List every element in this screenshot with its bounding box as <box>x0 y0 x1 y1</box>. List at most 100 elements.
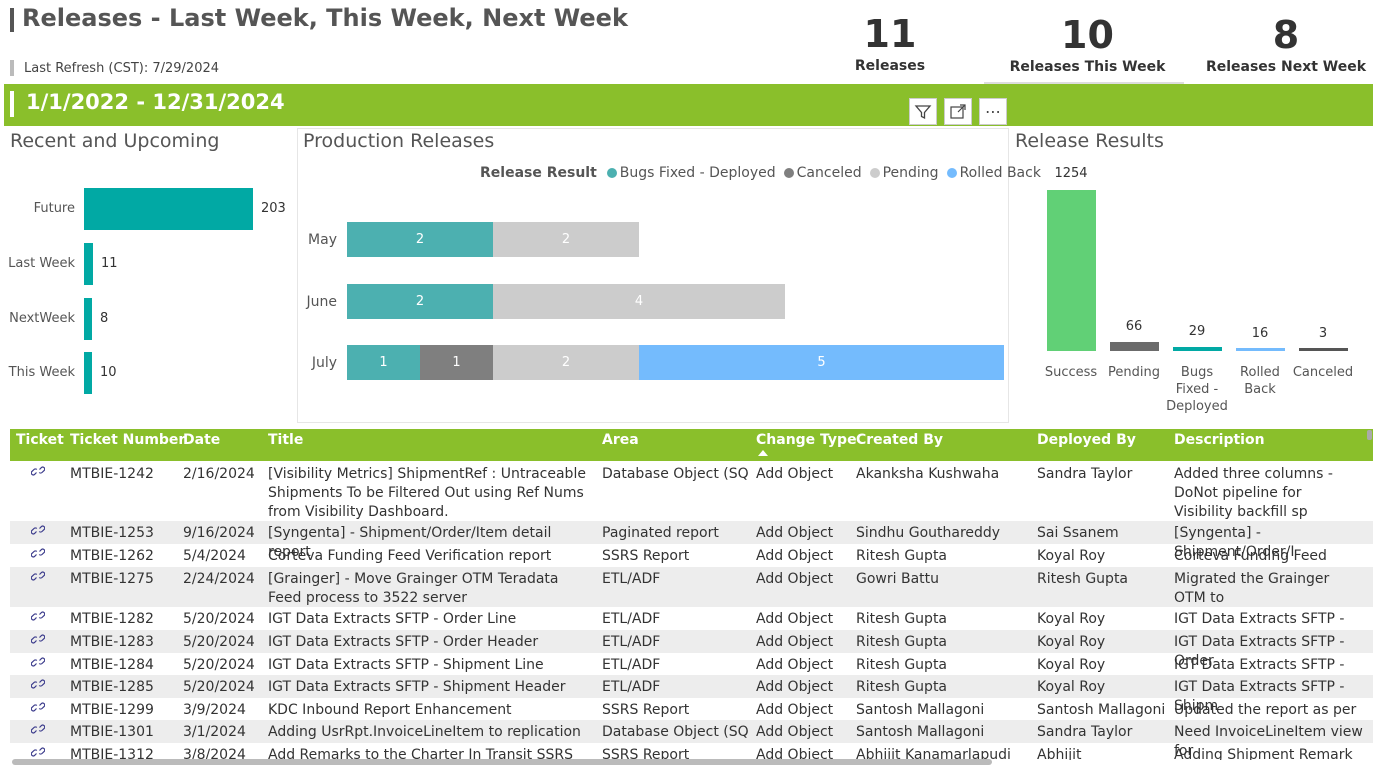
legend-item[interactable]: Rolled Back <box>960 165 1041 181</box>
link-icon[interactable] <box>31 465 45 477</box>
filter-button[interactable] <box>909 98 937 125</box>
table-row[interactable]: MTBIE-1299 3/9/2024 KDC Inbound Report Enh… <box>10 698 1373 737</box>
link-icon[interactable] <box>31 547 45 559</box>
bar[interactable] <box>1236 348 1285 351</box>
cell-number: MTBIE-1275 <box>70 571 154 587</box>
bar-segment[interactable]: 2 <box>347 284 493 319</box>
cell-created: Gowri Battu <box>856 571 939 587</box>
category-label: July <box>311 355 337 371</box>
legend-dot <box>869 168 880 178</box>
legend-item[interactable]: Canceled <box>797 165 862 181</box>
table-row[interactable]: MTBIE-1312 3/8/2024 Add Remarks to the Cha… <box>10 743 1373 760</box>
cell-title: IGT Data Extracts SFTP - Shipment Line <box>268 657 544 673</box>
link-icon[interactable] <box>31 656 45 668</box>
kpi-this-week-value: 10 <box>1061 13 1114 57</box>
value-label: 66 <box>1125 319 1143 334</box>
bar[interactable] <box>1173 347 1222 351</box>
more-options-button[interactable]: ⋯ <box>979 98 1007 125</box>
cell-title: Corteva Funding Feed Verification report <box>268 548 552 564</box>
category-label: Canceled <box>1290 364 1356 381</box>
kpi-releases-value: 11 <box>863 12 917 56</box>
link-icon[interactable] <box>31 610 45 622</box>
bar-segment[interactable]: 4 <box>493 284 785 319</box>
bar-segment[interactable]: 1 <box>347 345 420 380</box>
table-row[interactable]: MTBIE-1262 5/4/2024 Corteva Funding Feed V… <box>10 544 1373 583</box>
link-icon[interactable] <box>31 633 45 645</box>
value-label: 8 <box>100 311 109 326</box>
bar[interactable] <box>84 298 92 340</box>
link-icon[interactable] <box>31 723 45 735</box>
table-row[interactable]: MTBIE-1242 2/16/2024 [Visibility Metrics] … <box>10 462 1373 521</box>
more-options-icon: ⋯ <box>985 102 1001 121</box>
bar-segment[interactable]: 5 <box>639 345 1004 380</box>
table-row[interactable]: MTBIE-1285 5/20/2024 IGT Data Extracts SFT… <box>10 675 1373 714</box>
table-row[interactable]: MTBIE-1253 9/16/2024 [Syngenta] - Shipment… <box>10 521 1373 560</box>
bar[interactable] <box>84 352 92 394</box>
cell-change: Add Object <box>756 525 834 541</box>
link-icon[interactable] <box>31 678 45 690</box>
cell-date: 2/16/2024 <box>183 466 255 482</box>
table-row[interactable]: MTBIE-1282 5/20/2024 IGT Data Extracts SFT… <box>10 607 1373 646</box>
kpi-next-week-value: 8 <box>1272 13 1300 57</box>
category-label-line: Pending <box>1108 365 1160 380</box>
cell-change: Add Object <box>756 611 834 627</box>
cell-change: Add Object <box>756 571 834 587</box>
cell-change: Add Object <box>756 724 834 740</box>
bar[interactable] <box>84 188 253 230</box>
cell-deployed: Ritesh Gupta <box>1037 571 1129 587</box>
cell-deployed: Koyal Roy <box>1037 634 1106 650</box>
cell-deployed: Koyal Roy <box>1037 611 1106 627</box>
link-icon[interactable] <box>31 570 45 582</box>
cell-area: ETL/ADF <box>602 634 661 650</box>
cell-change: Add Object <box>756 747 834 760</box>
column-header[interactable]: Ticket Number <box>70 432 185 448</box>
column-header[interactable]: Area <box>602 432 639 448</box>
cell-deployed: Koyal Roy <box>1037 657 1106 673</box>
value-label: 203 <box>261 201 286 216</box>
bar-segment[interactable]: 2 <box>493 222 639 257</box>
cell-deployed: Sai Ssanem <box>1037 525 1119 541</box>
focus-mode-button[interactable] <box>944 98 972 125</box>
link-icon[interactable] <box>31 746 45 758</box>
cell-date: 9/16/2024 <box>183 525 255 541</box>
column-header[interactable]: Description <box>1174 432 1265 448</box>
column-header[interactable]: Created By <box>856 432 943 448</box>
column-header[interactable]: Ticket <box>16 432 64 448</box>
column-header[interactable]: Deployed By <box>1037 432 1136 448</box>
column-header[interactable]: Change Type <box>756 432 857 448</box>
category-label-line: Fixed - <box>1175 382 1219 397</box>
cell-number: MTBIE-1242 <box>70 466 154 482</box>
link-icon[interactable] <box>31 524 45 536</box>
column-header[interactable]: Date <box>183 432 220 448</box>
bar[interactable] <box>84 243 93 285</box>
bar-segment[interactable]: 2 <box>493 345 639 380</box>
cell-number: MTBIE-1301 <box>70 724 154 740</box>
kpi-this-week-label: Releases This Week <box>1009 59 1166 75</box>
cell-area: ETL/ADF <box>602 657 661 673</box>
bar-segment[interactable]: 2 <box>347 222 493 257</box>
link-icon[interactable] <box>31 701 45 713</box>
bar-segment[interactable]: 1 <box>420 345 493 380</box>
column-header[interactable]: Title <box>268 432 303 448</box>
cell-created: Ritesh Gupta <box>856 679 948 695</box>
bar[interactable] <box>1110 342 1159 351</box>
table-row[interactable]: MTBIE-1275 2/24/2024 [Grainger] - Move Gra… <box>10 567 1373 607</box>
cell-change: Add Object <box>756 702 834 718</box>
table-row[interactable]: MTBIE-1301 3/1/2024 Adding UsrRpt.InvoiceL… <box>10 720 1373 759</box>
legend-title: Release Result <box>480 165 597 181</box>
table-row[interactable]: MTBIE-1283 5/20/2024 IGT Data Extracts SFT… <box>10 630 1373 669</box>
cell-area: Database Object (SQL) <box>602 466 750 482</box>
cell-deployed: Sandra Taylor <box>1037 724 1133 740</box>
cell-change: Add Object <box>756 634 834 650</box>
vertical-scrollbar[interactable] <box>1367 430 1372 440</box>
table-row[interactable]: MTBIE-1284 5/20/2024 IGT Data Extracts SFT… <box>10 653 1373 692</box>
legend-item[interactable]: Bugs Fixed - Deployed <box>620 165 776 181</box>
bar[interactable] <box>1047 190 1096 351</box>
cell-created: Abhijit Kanamarlapudi <box>856 747 1011 760</box>
bar[interactable] <box>1299 348 1348 351</box>
horizontal-scrollbar[interactable] <box>12 759 992 765</box>
legend-item[interactable]: Pending <box>883 165 939 181</box>
cell-date: 5/20/2024 <box>183 679 255 695</box>
cell-number: MTBIE-1253 <box>70 525 154 541</box>
category-label-line: Rolled <box>1240 365 1280 380</box>
